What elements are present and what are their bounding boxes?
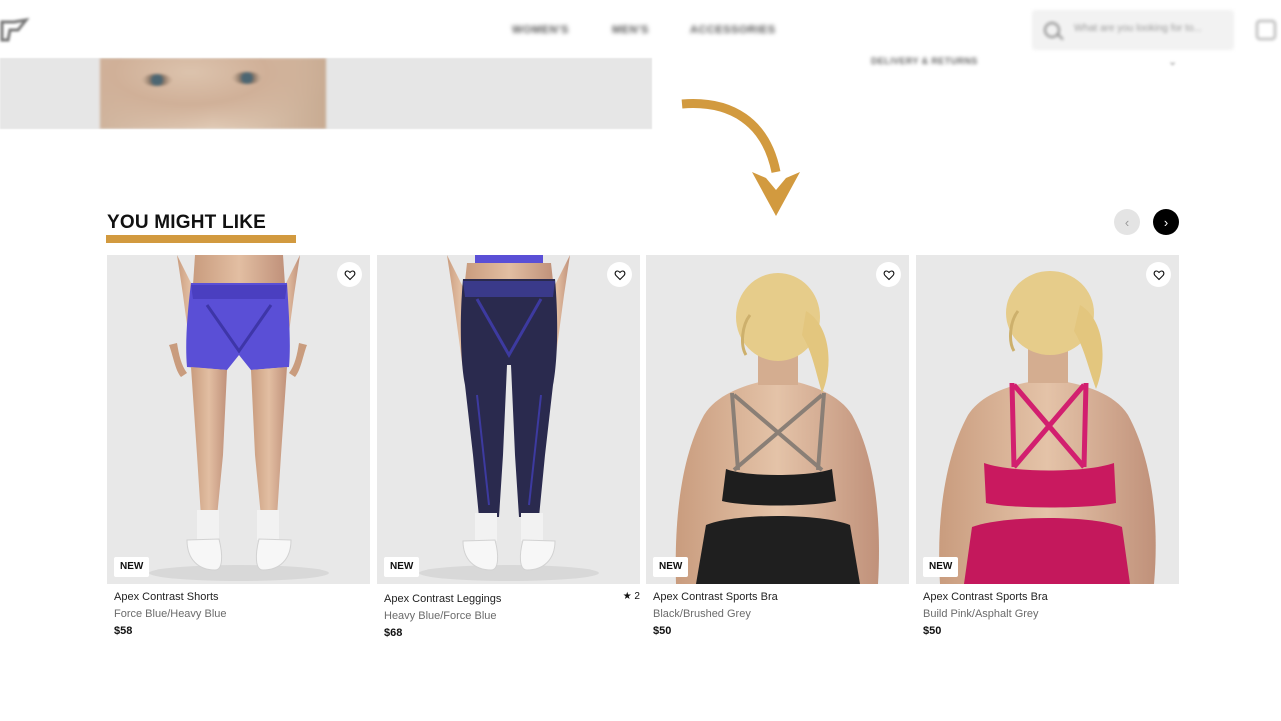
product-price: $50 — [923, 625, 942, 637]
new-badge: NEW — [923, 557, 959, 577]
model-photo — [419, 255, 599, 581]
new-badge: NEW — [384, 557, 420, 577]
product-card[interactable]: NEW Apex Contrast Sports Bra Black/Brush… — [646, 255, 909, 637]
product-image[interactable]: NEW — [107, 255, 370, 584]
new-badge: NEW — [114, 557, 150, 577]
product-price: $50 — [653, 625, 672, 637]
nav-accessories[interactable]: ACCESSORIES — [690, 24, 776, 38]
chevron-right-icon: › — [1163, 214, 1169, 230]
model-image — [100, 58, 326, 129]
pointer-arrow-icon — [681, 99, 800, 216]
heart-icon — [614, 269, 625, 280]
model-photo — [939, 271, 1156, 584]
wishlist-button[interactable] — [607, 262, 632, 287]
site-header: WOMEN'S MEN'S ACCESSORIES What are you l… — [0, 0, 1281, 60]
product-name[interactable]: Apex Contrast Shorts — [114, 591, 219, 603]
product-card[interactable]: NEW Apex Contrast Leggings ★ 2 Heavy Blu… — [377, 255, 640, 639]
nav-mens[interactable]: MEN'S — [612, 24, 649, 38]
search-placeholder: What are you looking for to... — [1074, 23, 1202, 34]
wishlist-button[interactable] — [337, 262, 362, 287]
product-color: Force Blue/Heavy Blue — [114, 608, 227, 620]
product-price: $68 — [384, 627, 403, 639]
brand-logo[interactable] — [0, 18, 30, 44]
product-name[interactable]: Apex Contrast Leggings — [384, 593, 501, 605]
product-card[interactable]: NEW Apex Contrast Shorts Force Blue/Heav… — [107, 255, 370, 637]
product-color: Black/Brushed Grey — [653, 608, 751, 620]
section-title: YOU MIGHT LIKE — [107, 212, 267, 233]
hero-banner — [0, 58, 652, 129]
model-photo — [149, 255, 329, 581]
wishlist-button[interactable] — [876, 262, 901, 287]
chevron-left-icon: ‹ — [1124, 214, 1130, 230]
heart-icon — [883, 269, 894, 280]
product-color: Heavy Blue/Force Blue — [384, 610, 497, 622]
product-name[interactable]: Apex Contrast Sports Bra — [653, 591, 778, 603]
heart-icon — [1153, 269, 1164, 280]
rating: ★ 2 — [622, 591, 640, 602]
product-name[interactable]: Apex Contrast Sports Bra — [923, 591, 1048, 603]
chevron-down-icon[interactable]: ⌄ — [1168, 55, 1177, 68]
carousel-next-button[interactable]: › — [1153, 209, 1179, 235]
new-badge: NEW — [653, 557, 689, 577]
delivery-returns-link[interactable]: DELIVERY & RETURNS — [871, 56, 978, 66]
product-color: Build Pink/Asphalt Grey — [923, 608, 1039, 620]
product-card[interactable]: NEW Apex Contrast Sports Bra Build Pink/… — [916, 255, 1179, 637]
search-input[interactable]: What are you looking for to... — [1032, 10, 1234, 50]
account-icon[interactable] — [1256, 20, 1276, 40]
product-image[interactable]: NEW — [916, 255, 1179, 584]
title-underline — [106, 235, 296, 243]
carousel-prev-button[interactable]: ‹ — [1114, 209, 1140, 235]
heart-icon — [344, 269, 355, 280]
product-price: $58 — [114, 625, 133, 637]
nav-womens[interactable]: WOMEN'S — [512, 24, 569, 38]
search-icon — [1044, 22, 1060, 38]
wishlist-button[interactable] — [1146, 262, 1171, 287]
model-photo — [675, 273, 879, 584]
product-image[interactable]: NEW — [646, 255, 909, 584]
product-image[interactable]: NEW — [377, 255, 640, 584]
